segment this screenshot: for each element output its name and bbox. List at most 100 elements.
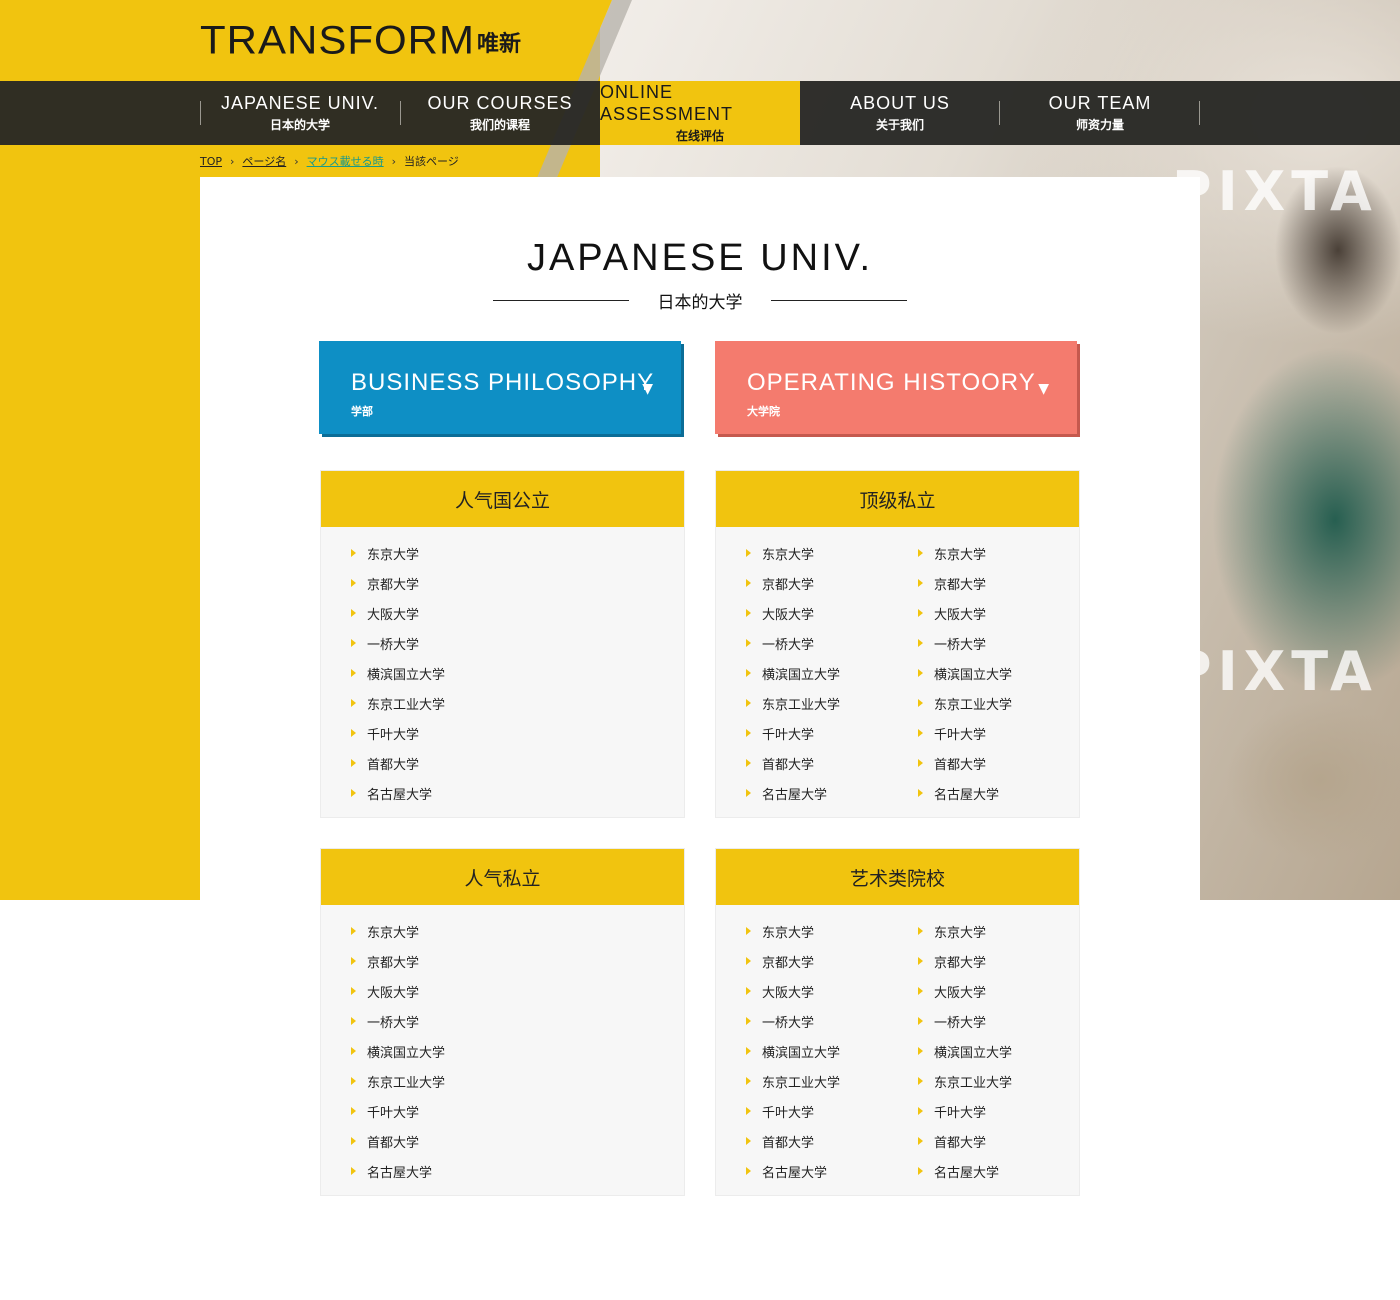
university-link[interactable]: 横滨国立大学 [746,1036,888,1066]
university-link[interactable]: 大阪大学 [351,598,493,628]
university-link[interactable]: 京都大学 [351,568,493,598]
university-link[interactable]: 东京工业大学 [918,1066,1060,1096]
university-link[interactable]: 名古屋大学 [351,1156,493,1186]
university-name: 大阪大学 [934,985,987,1001]
university-link[interactable]: 千叶大学 [746,718,888,748]
university-link[interactable]: 东京大学 [746,916,888,946]
university-name: 一桥大学 [934,1015,987,1031]
university-link[interactable]: 横滨国立大学 [918,1036,1060,1066]
university-name: 千叶大学 [367,727,420,743]
university-link[interactable]: 一桥大学 [918,1006,1060,1036]
university-link[interactable]: 横滨国立大学 [351,1036,493,1066]
bullet-triangle-icon [351,669,356,677]
nav-item-about-us[interactable]: ABOUT US 关于我们 [800,81,1000,145]
bullet-triangle-icon [918,759,923,767]
university-name: 首都大学 [762,1135,815,1151]
university-link[interactable]: 首都大学 [918,1126,1060,1156]
university-link[interactable]: 横滨国立大学 [351,658,493,688]
nav-item-japanese-univ[interactable]: JAPANESE UNIV. 日本的大学 [200,81,400,145]
university-name: 东京大学 [934,547,987,563]
university-link[interactable]: 京都大学 [918,568,1060,598]
university-link[interactable]: 一桥大学 [918,628,1060,658]
university-link[interactable]: 东京大学 [351,538,493,568]
university-link[interactable]: 东京工业大学 [746,1066,888,1096]
university-name: 首都大学 [367,1135,420,1151]
university-link[interactable]: 东京大学 [918,538,1060,568]
triangle-down-icon: ▼ [1038,381,1049,397]
university-link[interactable]: 东京工业大学 [351,1066,493,1096]
university-name: 首都大学 [367,757,420,773]
page-subtitle: 日本的大学 [657,292,743,313]
university-link[interactable]: 首都大学 [746,1126,888,1156]
university-link[interactable]: 首都大学 [351,1126,493,1156]
university-link[interactable]: 千叶大学 [351,1096,493,1126]
bullet-triangle-icon [746,609,751,617]
bullet-triangle-icon [746,639,751,647]
breadcrumb-link-hover[interactable]: マウス載せる時 [307,153,384,169]
nav-item-sublabel: 日本的大学 [269,118,330,132]
operating-history-button[interactable]: OPERATING HISTOORY 大学院 ▼ [715,341,1080,437]
university-link[interactable]: 一桥大学 [746,1006,888,1036]
university-link[interactable]: 大阪大学 [351,976,493,1006]
university-link[interactable]: 名古屋大学 [746,778,888,808]
university-link[interactable]: 名古屋大学 [746,1156,888,1186]
card-list: 东京大学 京都大学 大阪大学 一桥大学 横滨国立大学 东京工业大学 千叶大学 首都大学 名古屋大… [716,905,1079,1186]
university-name: 东京工业大学 [762,1075,841,1091]
university-link[interactable]: 京都大学 [746,946,888,976]
card-title: 顶级私立 [716,471,1079,527]
university-link[interactable]: 东京大学 [746,538,888,568]
breadcrumb-link-page[interactable]: ページ名 [242,153,286,169]
university-link[interactable]: 京都大学 [351,946,493,976]
university-link[interactable]: 东京大学 [351,916,493,946]
university-link[interactable]: 横滨国立大学 [918,658,1060,688]
university-name: 大阪大学 [934,607,987,623]
bullet-triangle-icon [918,957,923,965]
bullet-triangle-icon [351,699,356,707]
university-name: 东京大学 [367,925,420,941]
university-link[interactable]: 东京大学 [918,916,1060,946]
bullet-triangle-icon [351,1047,356,1055]
watermark: PIXTA [1172,640,1378,703]
university-link[interactable]: 一桥大学 [351,628,493,658]
bullet-triangle-icon [351,987,356,995]
university-link[interactable]: 千叶大学 [351,718,493,748]
bullet-triangle-icon [746,1167,751,1175]
bullet-triangle-icon [918,987,923,995]
site-logo[interactable]: TRANSFORM 唯新 [200,20,521,60]
university-link[interactable]: 名古屋大学 [351,778,493,808]
university-name: 首都大学 [762,757,815,773]
university-link[interactable]: 名古屋大学 [918,778,1060,808]
university-link[interactable]: 东京工业大学 [746,688,888,718]
university-link[interactable]: 首都大学 [918,748,1060,778]
university-link[interactable]: 首都大学 [351,748,493,778]
university-name: 首都大学 [934,757,987,773]
university-link[interactable]: 一桥大学 [746,628,888,658]
university-link[interactable]: 东京工业大学 [918,688,1060,718]
university-link[interactable]: 京都大学 [918,946,1060,976]
nav-item-online-assessment[interactable]: ONLINE ASSESSMENT 在线评估 [600,81,800,145]
bullet-triangle-icon [746,549,751,557]
university-link[interactable]: 东京工业大学 [351,688,493,718]
business-philosophy-button[interactable]: BUSINESS PHILOSOPHY 学部 ▼ [319,341,684,437]
page-subtitle-row: 日本的大学 [493,287,907,313]
bullet-triangle-icon [918,639,923,647]
breadcrumb-link-top[interactable]: TOP [200,155,222,168]
nav-item-our-courses[interactable]: OUR COURSES 我们的课程 [400,81,600,145]
university-link[interactable]: 横滨国立大学 [746,658,888,688]
university-link[interactable]: 名古屋大学 [918,1156,1060,1186]
triangle-down-icon: ▼ [642,381,653,397]
university-name: 东京工业大学 [762,697,841,713]
university-link[interactable]: 首都大学 [746,748,888,778]
university-link[interactable]: 千叶大学 [918,1096,1060,1126]
university-link[interactable]: 一桥大学 [351,1006,493,1036]
university-link[interactable]: 大阪大学 [746,598,888,628]
bullet-triangle-icon [351,1017,356,1025]
university-link[interactable]: 千叶大学 [746,1096,888,1126]
university-link[interactable]: 大阪大学 [918,976,1060,1006]
university-link[interactable]: 大阪大学 [918,598,1060,628]
nav-item-our-team[interactable]: OUR TEAM 师资力量 [1000,81,1200,145]
university-link[interactable]: 大阪大学 [746,976,888,1006]
university-name: 名古屋大学 [367,787,433,803]
university-link[interactable]: 京都大学 [746,568,888,598]
university-link[interactable]: 千叶大学 [918,718,1060,748]
